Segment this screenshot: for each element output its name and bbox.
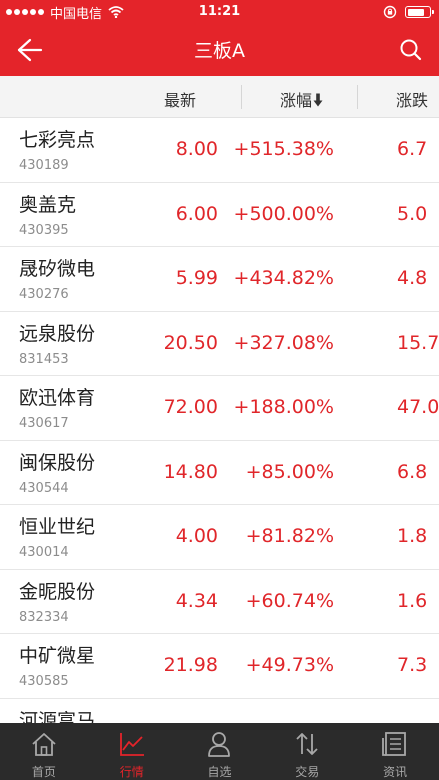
tab-label: 交易 [295,765,320,779]
status-bar: 中国电信 11:21 [0,0,439,24]
bottom-tab-bar: 首页 行情 自选 交易 资讯 [0,723,439,780]
stock-price: 4.00 [175,525,218,547]
stock-name: 欧迅体育 [19,387,96,409]
stock-code: 430276 [19,287,69,302]
column-change-pct[interactable]: 涨幅 [280,87,323,111]
battery-icon [405,6,434,18]
stock-price: 8.00 [175,138,218,160]
tab-label: 资讯 [383,765,408,779]
page-title: 三板A [194,40,245,62]
stock-name: 中矿微星 [19,645,96,667]
news-icon [382,732,406,756]
stock-name: 闽保股份 [19,451,96,474]
stock-change-amount: 4.8 [397,267,428,289]
stock-price: 72.00 [163,396,218,418]
back-arrow-icon [17,38,43,62]
back-button[interactable] [10,34,50,66]
tab-label: 自选 [207,765,232,779]
stock-price: 21.98 [163,654,218,676]
stock-row[interactable]: 恒业世纪 430014 4.00 +81.82% 1.8 [0,505,439,570]
stock-price: 5.99 [175,267,218,289]
stock-row[interactable]: 欧迅体育 430617 72.00 +188.00% 47.0 [0,376,439,441]
column-change-amount[interactable]: 涨跌 [396,87,428,111]
column-latest-price[interactable]: 最新 [164,87,196,111]
stock-code: 430014 [19,545,69,560]
stock-code: 832334 [19,609,69,625]
column-divider [241,85,242,109]
market-chart-icon [119,733,144,756]
stock-change-amount: 6.8 [397,460,428,483]
stock-price: 4.34 [175,589,218,612]
stock-change-pct: +500.00% [233,202,334,225]
column-header: 最新 涨幅 涨跌 [0,76,439,118]
stock-name: 金昵股份 [19,580,96,603]
tab-market[interactable]: 行情 [88,723,176,780]
stock-name: 远泉股份 [19,322,96,345]
stock-price: 6.00 [175,202,218,225]
stock-change-pct: +327.08% [233,331,334,354]
stock-code: 430189 [19,158,69,173]
stock-row[interactable]: 中矿微星 430585 21.98 +49.73% 7.3 [0,634,439,699]
stock-list: 七彩亮点 430189 8.00 +515.38% 6.7 奥盖克 430395… [0,118,439,723]
stock-code: 430544 [19,480,69,496]
stock-code: 430617 [19,416,69,431]
stock-row[interactable]: 闽保股份 430544 14.80 +85.00% 6.8 [0,441,439,505]
stock-change-amount: 1.6 [397,589,428,612]
stock-price: 14.80 [163,460,218,483]
stock-change-pct: +60.74% [245,589,334,612]
stock-change-amount: 7.3 [397,654,428,676]
search-button[interactable] [395,34,427,66]
tab-label: 行情 [119,765,144,779]
search-icon [400,39,422,61]
stock-row[interactable]: 河源富马 [0,699,439,724]
stock-code: 430395 [19,222,69,238]
stock-change-pct: +49.73% [245,654,334,676]
tab-watchlist[interactable]: 自选 [176,723,264,780]
stock-name: 晟矽微电 [19,258,96,280]
stock-change-amount: 15.7 [397,331,439,354]
tab-label: 首页 [31,765,56,779]
stock-change-amount: 47.0 [397,396,439,418]
stock-row[interactable]: 晟矽微电 430276 5.99 +434.82% 4.8 [0,247,439,312]
stock-name: 奥盖克 [19,193,77,216]
stock-change-pct: +188.00% [233,396,334,418]
trade-arrows-icon [296,733,318,755]
stock-name: 七彩亮点 [19,129,96,151]
stock-change-amount: 5.0 [397,202,428,225]
stock-change-pct: +515.38% [233,138,334,160]
stock-change-pct: +434.82% [233,267,334,289]
column-change-pct-label: 涨幅 [280,91,313,110]
tab-home[interactable]: 首页 [0,723,88,780]
status-right [383,5,434,19]
stock-change-pct: +81.82% [245,525,334,547]
stock-change-amount: 1.8 [397,525,428,547]
stock-name: 河源富马 [19,709,96,724]
stock-row[interactable]: 远泉股份 831453 20.50 +327.08% 15.7 [0,312,439,376]
stock-price: 20.50 [163,331,218,354]
nav-bar: 三板A [0,24,439,76]
tab-trade[interactable]: 交易 [263,723,351,780]
stock-change-pct: +85.00% [245,460,334,483]
stock-name: 恒业世纪 [19,516,96,538]
stock-code: 430585 [19,674,69,689]
rotation-lock-icon [383,5,397,19]
sort-desc-icon [313,93,323,107]
stock-change-amount: 6.7 [397,138,428,160]
stock-row[interactable]: 金昵股份 832334 4.34 +60.74% 1.6 [0,570,439,634]
stock-code: 831453 [19,351,69,367]
stock-row[interactable]: 奥盖克 430395 6.00 +500.00% 5.0 [0,183,439,247]
stock-row[interactable]: 七彩亮点 430189 8.00 +515.38% 6.7 [0,118,439,183]
column-divider [357,85,358,109]
home-icon [32,733,56,756]
status-time: 11:21 [198,4,241,19]
tab-news[interactable]: 资讯 [351,723,439,780]
person-icon [208,732,231,757]
